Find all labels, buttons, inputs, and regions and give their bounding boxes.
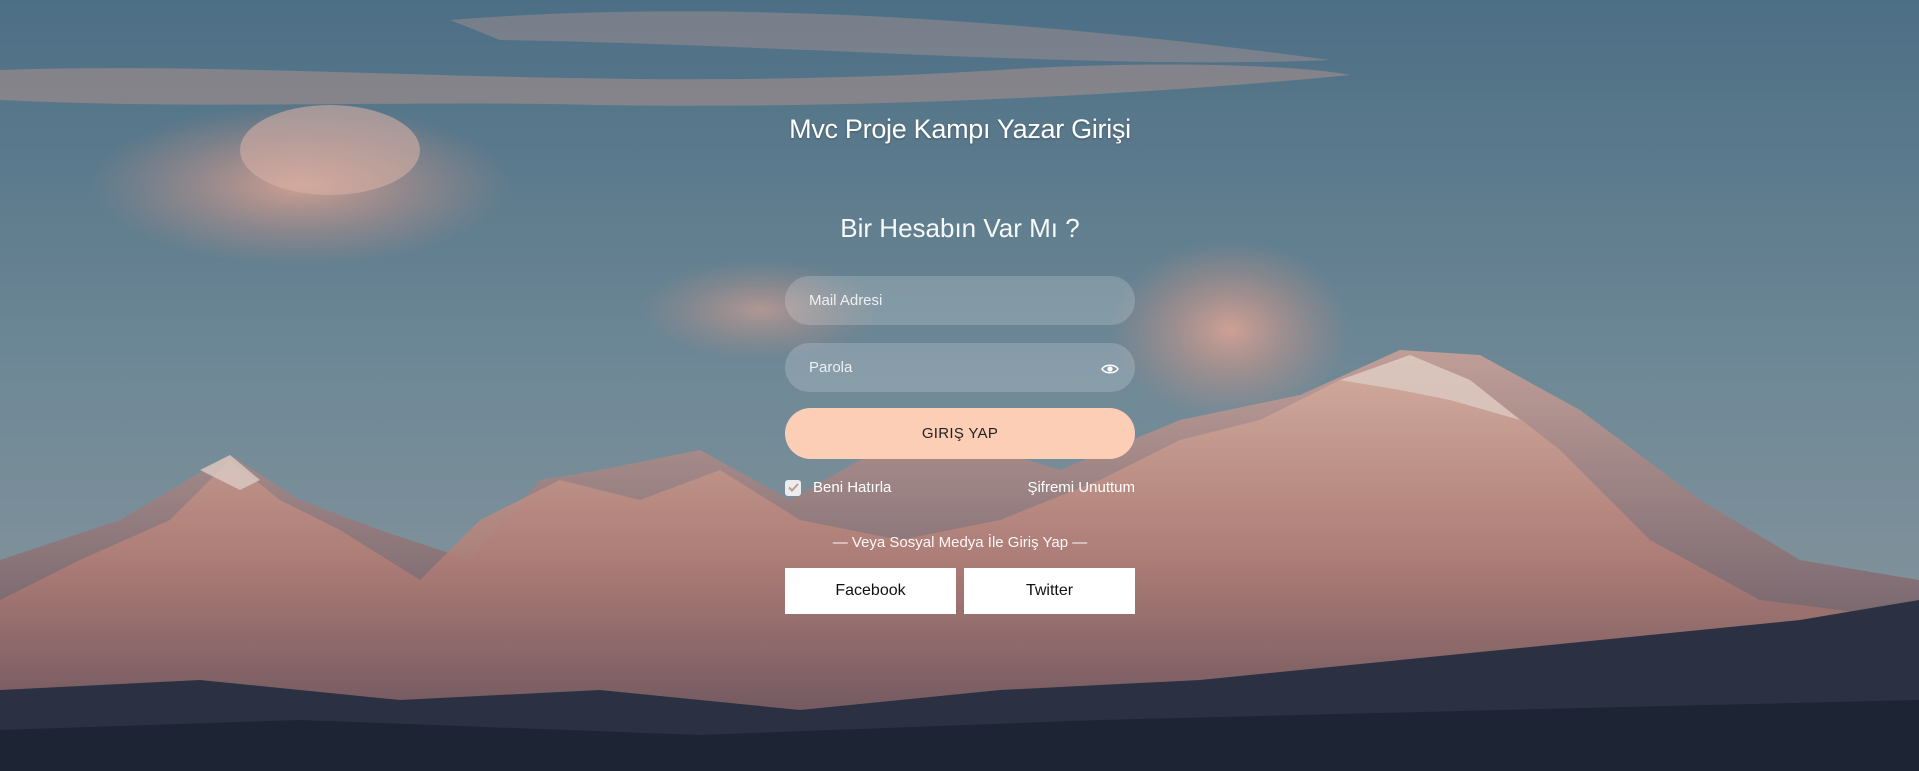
check-icon[interactable] (785, 479, 801, 496)
eye-icon[interactable] (1101, 362, 1119, 374)
password-input[interactable] (807, 358, 1081, 377)
remember-me-label: Beni Hatırla (813, 479, 892, 496)
email-input[interactable] (807, 291, 1081, 310)
forgot-password-link[interactable]: Şifremi Unuttum (1027, 479, 1135, 496)
login-heading: Bir Hesabın Var Mı ? (840, 213, 1080, 243)
password-field[interactable] (785, 343, 1135, 392)
remember-me-checkbox[interactable]: Beni Hatırla (785, 479, 891, 496)
facebook-login-button[interactable]: Facebook (785, 568, 956, 614)
email-field[interactable] (785, 276, 1135, 325)
page-title: Mvc Proje Kampı Yazar Girişi (789, 114, 1131, 144)
login-panel: Mvc Proje Kampı Yazar Girişi Bir Hesabın… (785, 0, 1135, 614)
login-button[interactable]: GIRIŞ YAP (785, 408, 1135, 459)
social-login-buttons: Facebook Twitter (785, 568, 1135, 614)
twitter-login-button[interactable]: Twitter (964, 568, 1135, 614)
remember-forgot-row: Beni Hatırla Şifremi Unuttum (785, 479, 1135, 496)
social-separator: — Veya Sosyal Medya İle Giriş Yap — (832, 534, 1088, 551)
